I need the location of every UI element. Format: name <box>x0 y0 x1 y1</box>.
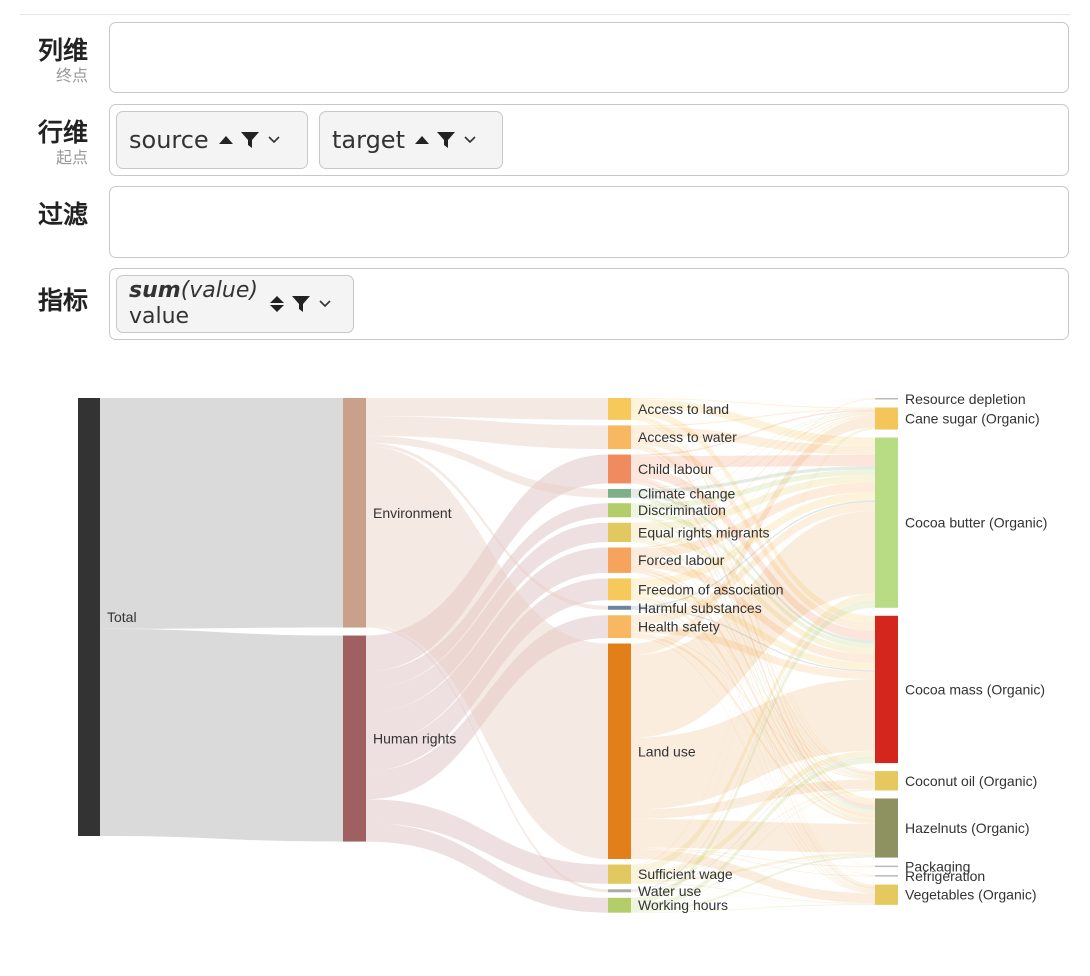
sankey-node[interactable] <box>608 643 631 860</box>
sankey-node-label: Cocoa mass (Organic) <box>905 681 1045 697</box>
sankey-node-label: Climate change <box>638 485 735 501</box>
sankey-node[interactable] <box>875 875 898 877</box>
rows-label: 行维 起点 <box>0 118 88 167</box>
chip-label: target <box>332 126 405 154</box>
sankey-node[interactable] <box>608 503 631 518</box>
sankey-node[interactable] <box>608 578 631 601</box>
sankey-node-label: Discrimination <box>638 502 726 518</box>
filter-icon[interactable] <box>291 294 311 314</box>
sankey-node-label: Equal rights migrants <box>638 524 770 540</box>
sankey-node[interactable] <box>875 798 898 858</box>
sankey-node-label: Harmful substances <box>638 600 762 616</box>
sankey-node-label: Cane sugar (Organic) <box>905 411 1040 427</box>
sankey-node[interactable] <box>875 407 898 430</box>
sankey-node[interactable] <box>608 454 631 484</box>
sankey-node[interactable] <box>608 889 631 893</box>
filter-icon[interactable] <box>436 130 456 150</box>
sankey-node-label: Human rights <box>373 731 456 747</box>
rows-chip-target[interactable]: target <box>319 111 503 169</box>
sankey-node[interactable] <box>875 771 898 791</box>
chevron-down-icon[interactable] <box>267 135 281 145</box>
sankey-link <box>100 398 343 629</box>
filter-dropzone[interactable] <box>109 186 1069 258</box>
sankey-node-label: Resource depletion <box>905 391 1026 407</box>
rows-subtitle: 起点 <box>55 148 88 167</box>
sankey-node-label: Cocoa butter (Organic) <box>905 515 1047 531</box>
sankey-node[interactable] <box>343 635 366 842</box>
sankey-links <box>100 398 875 913</box>
rows-title: 行维 <box>37 118 88 147</box>
sankey-node-label: Coconut oil (Organic) <box>905 773 1037 789</box>
sankey-node[interactable] <box>608 615 631 639</box>
columns-subtitle: 终点 <box>55 66 88 85</box>
sankey-node[interactable] <box>78 398 100 836</box>
rows-dropzone[interactable]: source target <box>109 104 1069 176</box>
top-divider <box>20 14 1070 15</box>
sankey-node[interactable] <box>608 605 631 610</box>
sankey-node-label: Vegetables (Organic) <box>905 887 1037 903</box>
metric-field: value <box>129 304 190 329</box>
sort-asc-icon[interactable] <box>218 136 233 144</box>
sankey-link <box>100 628 343 842</box>
filter-icon[interactable] <box>240 130 260 150</box>
sankey-node-label: Forced labour <box>638 552 725 568</box>
filter-title: 过滤 <box>37 200 88 229</box>
columns-title: 列维 <box>37 36 88 65</box>
chip-label: source <box>129 126 209 154</box>
sankey-node[interactable] <box>608 425 631 450</box>
rows-chip-source[interactable]: source <box>116 111 308 169</box>
sankey-node-label: Working hours <box>638 897 728 913</box>
sort-asc-icon[interactable] <box>414 136 429 144</box>
sankey-node[interactable] <box>608 897 631 913</box>
sankey-node-label: Health safety <box>638 619 720 635</box>
metric-expression: sum(value) <box>129 278 258 303</box>
metrics-label: 指标 <box>0 286 88 316</box>
sankey-node-label: Freedom of association <box>638 581 784 597</box>
sankey-node-label: Land use <box>638 743 696 759</box>
sankey-node-label: Environment <box>373 505 452 521</box>
sankey-node-label: Sufficient wage <box>638 866 733 882</box>
metrics-title: 指标 <box>37 286 88 315</box>
sankey-node[interactable] <box>608 864 631 884</box>
sankey-node-label: Access to land <box>638 401 729 417</box>
filter-label: 过滤 <box>0 200 88 230</box>
sankey-node-label: Refrigeration <box>905 868 985 884</box>
sankey-node[interactable] <box>608 488 631 498</box>
sankey-node[interactable] <box>875 437 898 608</box>
chevron-down-icon[interactable] <box>318 299 332 309</box>
sankey-node[interactable] <box>608 522 631 543</box>
chevron-down-icon[interactable] <box>463 135 477 145</box>
sort-both-icon[interactable] <box>269 296 284 312</box>
sankey-chart: Total Environment Human rights Access to la… <box>78 391 1047 913</box>
sankey-node[interactable] <box>875 398 898 400</box>
columns-label: 列维 终点 <box>0 36 88 85</box>
sankey-node[interactable] <box>608 398 631 420</box>
sankey-node-label: Access to water <box>638 429 737 445</box>
sankey-node[interactable] <box>875 865 898 868</box>
sankey-node[interactable] <box>875 884 898 905</box>
sankey-node[interactable] <box>343 398 366 628</box>
sankey-node-label: Hazelnuts (Organic) <box>905 820 1030 836</box>
sankey-node-label: Child labour <box>638 461 713 477</box>
metrics-dropzone[interactable]: sum(value) value <box>109 268 1069 340</box>
sankey-node[interactable] <box>875 615 898 764</box>
columns-dropzone[interactable] <box>109 22 1069 93</box>
sankey-node[interactable] <box>608 547 631 573</box>
sankey-node-label: Total <box>107 609 137 625</box>
metrics-chip-value[interactable]: sum(value) value <box>116 275 354 333</box>
